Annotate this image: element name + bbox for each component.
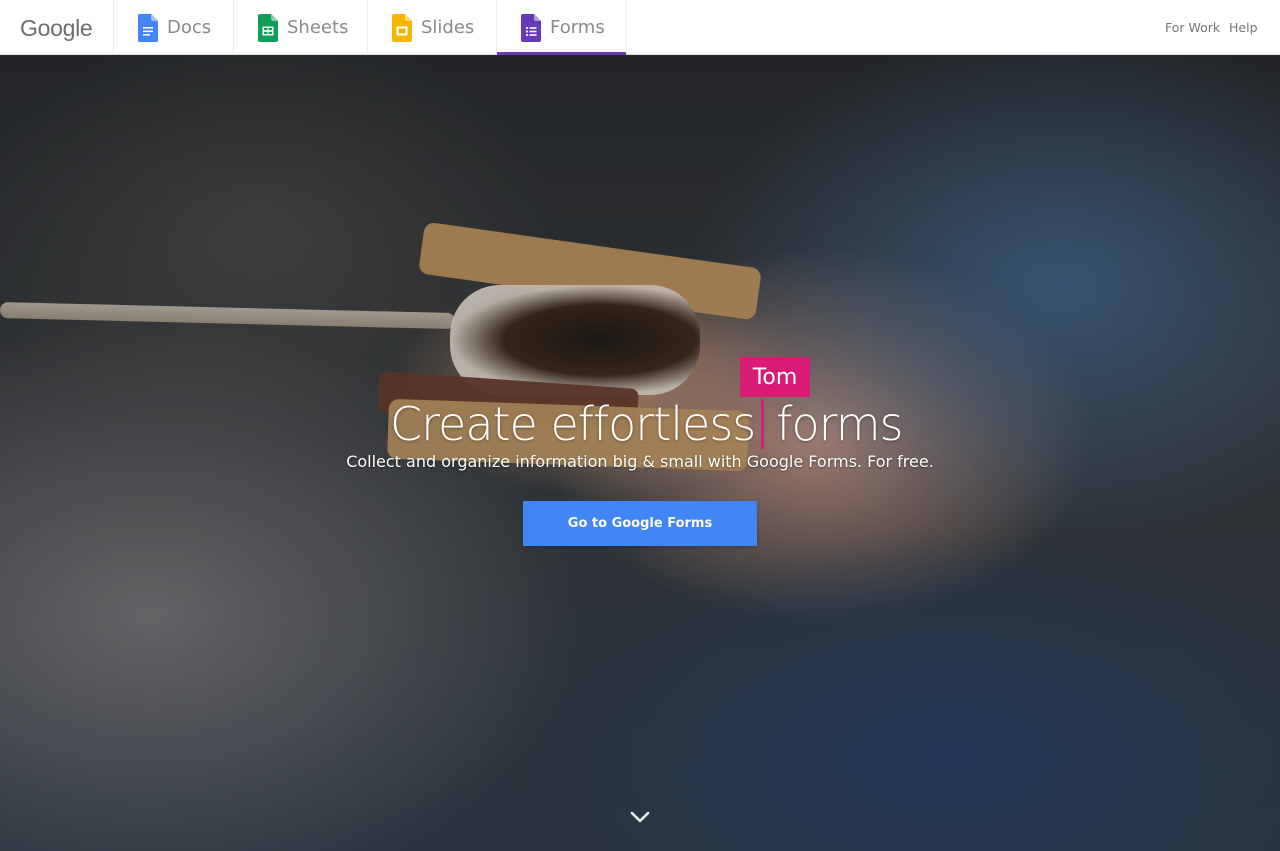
slides-icon: [392, 13, 412, 42]
tab-slides[interactable]: Slides: [367, 0, 496, 55]
tab-forms-label: Forms: [550, 17, 605, 38]
tab-docs-label: Docs: [167, 17, 212, 38]
headline-container: Create effortless forms: [0, 389, 1280, 459]
tab-docs[interactable]: Docs: [113, 0, 233, 55]
tab-sheets-label: Sheets: [287, 17, 349, 38]
help-link[interactable]: Help: [1229, 0, 1258, 55]
docs-icon: [138, 13, 158, 42]
headline-text-end: forms: [776, 397, 903, 451]
sheets-icon: [258, 13, 278, 42]
tab-slides-label: Slides: [421, 17, 475, 38]
collaborator-cursor: [761, 399, 765, 449]
hero-subheadline: Collect and organize information big & s…: [346, 452, 934, 471]
hero-banner: Tom Create effortless forms Collect and …: [0, 55, 1280, 851]
top-navigation-bar: Google Docs Sheets Slides Forms For Work…: [0, 0, 1280, 55]
chevron-down-icon[interactable]: [628, 807, 652, 827]
hero-headline: Create effortless forms: [390, 389, 903, 459]
forms-icon: [521, 13, 541, 42]
tab-forms[interactable]: Forms: [496, 0, 627, 55]
tab-sheets[interactable]: Sheets: [233, 0, 367, 55]
google-logo[interactable]: Google: [20, 14, 93, 42]
headline-text-start: Create effortless: [390, 397, 756, 451]
for-work-link[interactable]: For Work: [1165, 0, 1220, 55]
go-to-google-forms-button[interactable]: Go to Google Forms: [523, 501, 757, 546]
